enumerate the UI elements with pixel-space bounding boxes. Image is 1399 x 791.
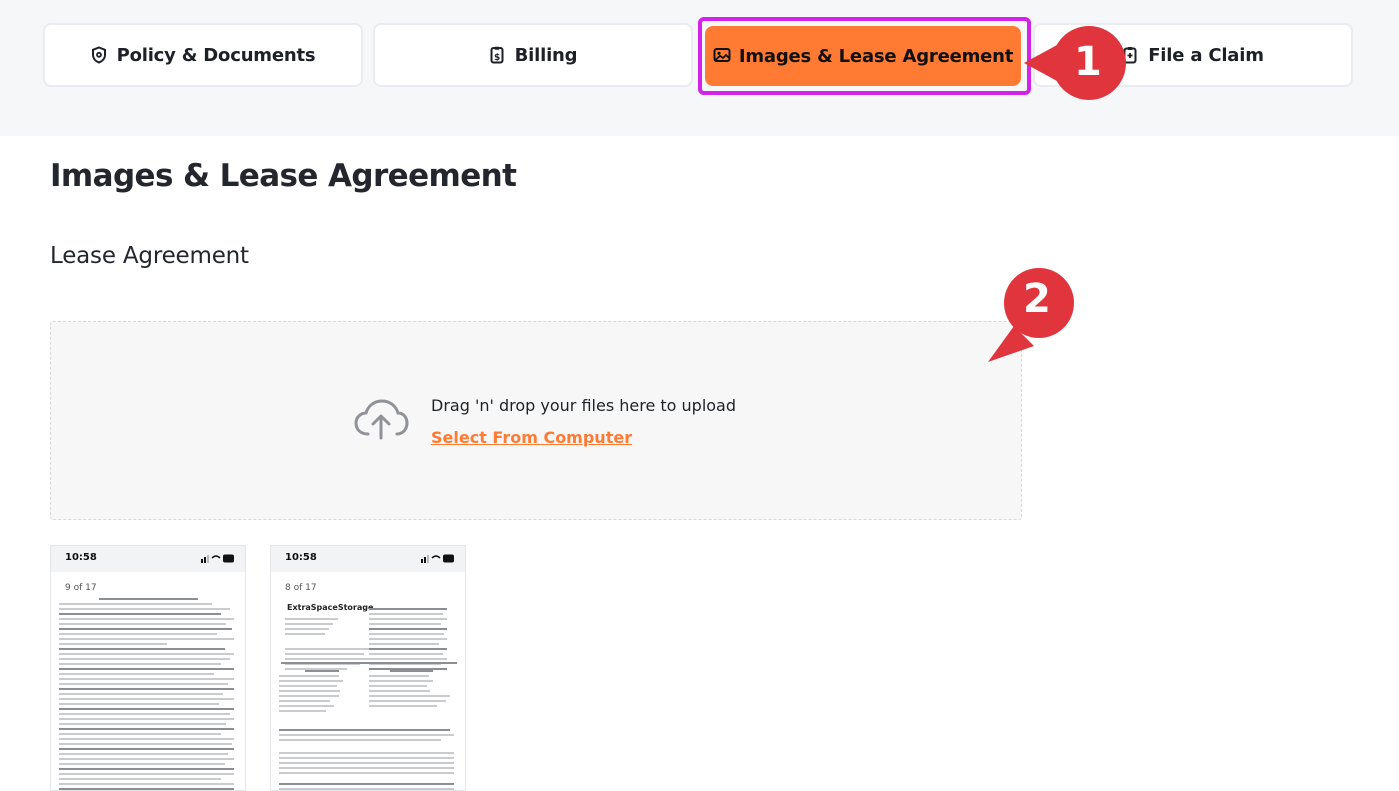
document-preview-bottom [279,729,459,790]
select-from-computer-link[interactable]: Select From Computer [431,428,632,447]
annotation-marker-1: 1 [1016,25,1128,103]
tab-label: Policy & Documents [116,44,316,66]
lease-image-thumbnail[interactable]: 10:58 8 of 17 ExtraSpaceStorage. [270,545,466,791]
page-counter: 8 of 17 [285,583,317,593]
receipt-dollar-icon: $ [489,46,505,64]
file-dropzone[interactable]: Drag 'n' drop your files here to upload … [50,321,1022,520]
phone-status-bar: 10:58 [51,546,245,572]
status-time: 10:58 [65,552,97,563]
phone-status-bar: 10:58 [271,546,465,572]
signal-battery-icon [421,554,454,563]
signal-battery-icon [201,554,234,563]
divider [281,662,457,664]
page-counter: 9 of 17 [65,583,97,593]
tab-label: File a Claim [1148,44,1264,66]
brand-logo: ExtraSpaceStorage. [287,603,377,612]
lease-image-thumbnail[interactable]: 10:58 9 of 17 [50,545,246,791]
annotation-marker-2: 2 [984,268,1080,364]
document-preview [59,598,239,790]
marker-number: 1 [1074,39,1102,85]
tab-label: Billing [514,44,578,66]
tab-policy-documents[interactable]: Policy & Documents [43,23,363,87]
tab-billing[interactable]: $ Billing [373,23,693,87]
upload-prompt: Drag 'n' drop your files here to upload [431,396,737,415]
cloud-upload-icon [353,398,409,440]
document-preview-left [285,618,373,673]
active-tab-highlight [698,17,1031,95]
status-time: 10:58 [285,552,317,563]
shield-icon [91,46,107,64]
marker-number: 2 [1023,276,1051,322]
document-preview-table-left [279,670,364,715]
svg-text:$: $ [494,53,500,63]
document-preview-table-right [369,670,454,710]
page-title: Images & Lease Agreement [50,158,517,194]
section-title: Lease Agreement [50,243,249,269]
